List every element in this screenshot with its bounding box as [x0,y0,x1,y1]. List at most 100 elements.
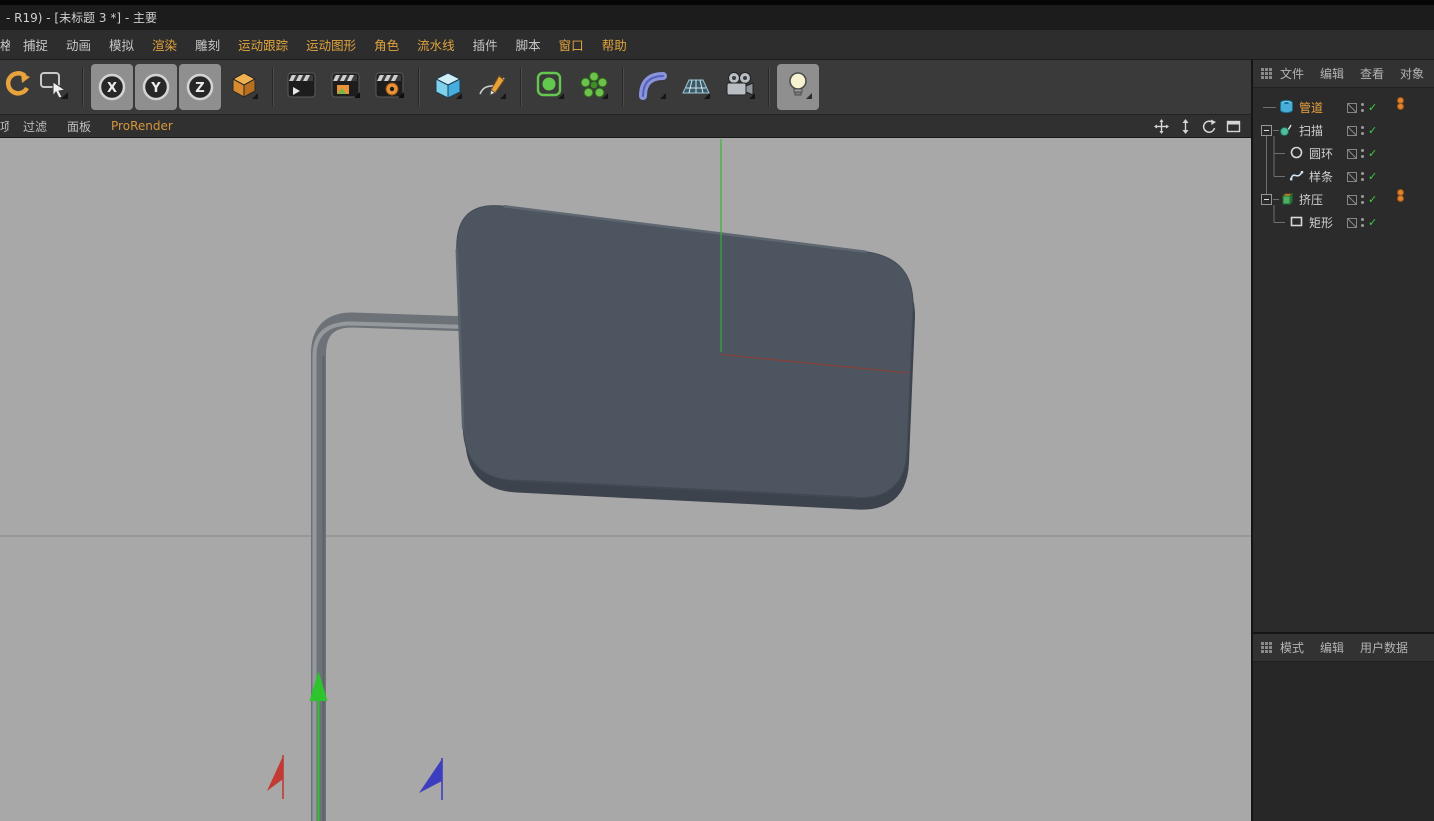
visibility-dots[interactable] [1361,172,1364,181]
coordinate-system-icon [229,70,259,104]
sign-pole [315,320,471,821]
lock-x-button[interactable]: X [91,64,133,110]
panel-grip-icon[interactable] [1261,646,1264,649]
render-picture-viewer-button[interactable] [325,64,367,110]
menu-item-help[interactable]: 帮助 [593,35,636,54]
panel-grip-icon[interactable] [1261,72,1264,75]
edit-toggle-icon[interactable] [1347,103,1357,113]
light-button[interactable] [777,64,819,110]
viewport-menu-filter[interactable]: 过滤 [13,118,57,135]
edit-toggle-icon[interactable] [1347,149,1357,159]
am-menu-edit[interactable]: 编辑 [1312,639,1352,656]
object-name: 管道 [1299,99,1323,116]
enabled-check-icon[interactable]: ✓ [1368,125,1377,136]
viewport-menu-options-partial[interactable]: 项 [0,118,9,135]
menu-item-sculpt[interactable]: 雕刻 [186,35,229,54]
am-menu-mode[interactable]: 模式 [1272,639,1312,656]
live-selection-button[interactable] [33,64,75,110]
om-menu-file[interactable]: 文件 [1272,65,1312,82]
deformer-icon [637,70,667,104]
coordinate-system-button[interactable] [223,64,265,110]
viewport-menu-panel[interactable]: 面板 [57,118,101,135]
edit-toggle-icon[interactable] [1347,195,1357,205]
menu-item-character[interactable]: 角色 [365,35,408,54]
object-row-tube[interactable]: 管道 ✓ [1253,96,1434,119]
visibility-dots[interactable] [1361,149,1364,158]
menu-item-render[interactable]: 渲染 [143,35,186,54]
environment-button[interactable] [675,64,717,110]
render-view-button[interactable] [281,64,323,110]
object-manager: 文件 编辑 查看 对象 [1253,60,1434,634]
menu-item-pipeline[interactable]: 流水线 [408,35,464,54]
zoom-icon[interactable] [1177,119,1193,135]
tube-icon [1279,99,1294,117]
lock-y-icon: Y [140,71,172,103]
menu-bar: 格 捕捉 动画 模拟 渲染 雕刻 运动跟踪 运动图形 角色 流水线 插件 脚本 … [0,30,1434,60]
collapse-toggle-icon[interactable] [1261,194,1272,205]
object-row-rectangle[interactable]: 矩形 ✓ [1253,211,1434,234]
rotate-icon[interactable] [1201,119,1217,135]
mograph-button[interactable] [573,64,615,110]
om-menu-view[interactable]: 查看 [1352,65,1392,82]
spline-pen-icon [477,70,507,104]
rectangle-icon [1289,214,1304,232]
menu-item-snap[interactable]: 捕捉 [14,35,57,54]
edit-toggle-icon[interactable] [1347,126,1357,136]
blue-flag-handle[interactable] [419,758,442,800]
pan-icon[interactable] [1153,119,1169,135]
edit-toggle-icon[interactable] [1347,218,1357,228]
material-tag-icon[interactable] [1397,98,1404,110]
menu-item-mograph[interactable]: 运动图形 [297,35,365,54]
object-row-spline[interactable]: 样条 ✓ [1253,165,1434,188]
visibility-dots[interactable] [1361,218,1364,227]
viewport-menu-prorender[interactable]: ProRender [101,119,183,133]
camera-button[interactable] [719,64,761,110]
maximize-icon[interactable] [1225,119,1241,135]
menu-item-simulate[interactable]: 模拟 [100,35,143,54]
render-settings-icon [375,71,405,103]
object-row-sweep[interactable]: 扫描 ✓ [1253,119,1434,142]
menu-item-motion-tracker[interactable]: 运动跟踪 [229,35,297,54]
window-title: - R19) - [未标题 3 *] - 主要 [6,9,157,26]
primitive-cube-button[interactable] [427,64,469,110]
edit-toggle-icon[interactable] [1347,172,1357,182]
circle-icon [1289,145,1304,163]
cinema4d-window: - R19) - [未标题 3 *] - 主要 格 捕捉 动画 模拟 渲染 雕刻… [0,0,1434,821]
lock-y-button[interactable]: Y [135,64,177,110]
primitive-cube-icon [433,70,463,104]
visibility-dots[interactable] [1361,195,1364,204]
enabled-check-icon[interactable]: ✓ [1368,194,1377,205]
menu-item-script[interactable]: 脚本 [507,35,550,54]
om-menu-object[interactable]: 对象 [1392,65,1432,82]
material-tag-icon[interactable] [1397,190,1404,202]
visibility-dots[interactable] [1361,103,1364,112]
red-flag-handle[interactable] [267,755,283,799]
om-menu-edit[interactable]: 编辑 [1312,65,1352,82]
collapse-toggle-icon[interactable] [1261,125,1272,136]
menu-item-window[interactable]: 窗口 [550,35,593,54]
enabled-check-icon[interactable]: ✓ [1368,102,1377,113]
toolbar-separator [520,68,522,106]
enabled-check-icon[interactable]: ✓ [1368,217,1377,228]
title-bar: - R19) - [未标题 3 *] - 主要 [0,0,1434,30]
viewport-3d[interactable] [0,138,1251,821]
render-settings-button[interactable] [369,64,411,110]
object-row-extrude[interactable]: 挤压 ✓ [1253,188,1434,211]
menu-item-mesh-partial[interactable]: 格 [0,35,10,54]
menu-item-animate[interactable]: 动画 [57,35,100,54]
object-row-circle[interactable]: 圆环 ✓ [1253,142,1434,165]
visibility-dots[interactable] [1361,126,1364,135]
enabled-check-icon[interactable]: ✓ [1368,148,1377,159]
toolbar-separator [418,68,420,106]
spline-pen-button[interactable] [471,64,513,110]
menu-item-plugins[interactable]: 插件 [464,35,507,54]
undo-button[interactable] [1,64,31,110]
undo-icon [3,71,31,103]
deformer-button[interactable] [631,64,673,110]
lock-z-button[interactable]: Z [179,64,221,110]
subdivision-surface-button[interactable] [529,64,571,110]
am-menu-user-data[interactable]: 用户数据 [1352,639,1416,656]
spline-icon [1289,168,1304,186]
extrude-icon [1279,191,1294,209]
enabled-check-icon[interactable]: ✓ [1368,171,1377,182]
